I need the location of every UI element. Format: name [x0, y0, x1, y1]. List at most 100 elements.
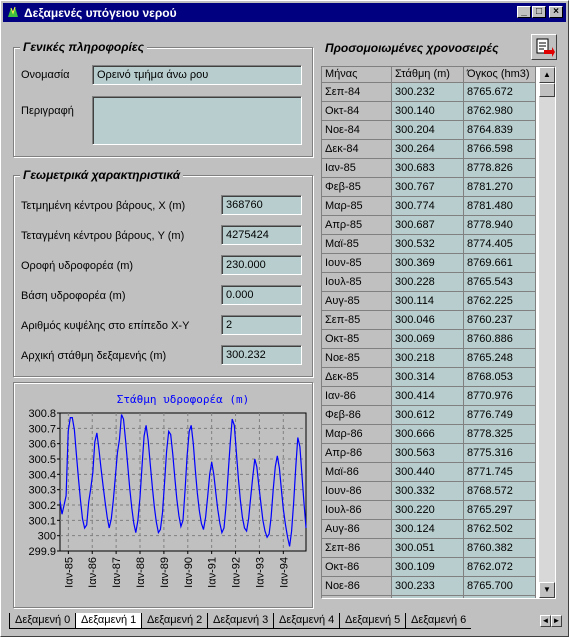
row-month-cell[interactable]: Νοε-85 — [322, 349, 392, 368]
scroll-up-button[interactable]: ▲ — [539, 67, 555, 83]
export-button[interactable] — [531, 34, 557, 60]
row-level-cell[interactable]: 300.220 — [392, 501, 464, 520]
row-month-cell[interactable]: Σεπ-84 — [322, 83, 392, 102]
row-month-cell[interactable]: Δεκ-86 — [322, 596, 392, 598]
row-month-cell[interactable]: Απρ-85 — [322, 216, 392, 235]
row-month-cell[interactable]: Νοε-86 — [322, 577, 392, 596]
row-month-cell[interactable]: Ιουν-85 — [322, 254, 392, 273]
row-volume-cell[interactable]: 8769.661 — [464, 254, 536, 273]
description-field[interactable] — [92, 96, 302, 145]
row-volume-cell[interactable]: 8764.839 — [464, 121, 536, 140]
table-row[interactable]: Ιαν-86 300.414 8770.976 — [322, 387, 536, 406]
row-level-cell[interactable]: 300.563 — [392, 444, 464, 463]
table-row[interactable]: Μαϊ-85 300.532 8774.405 — [322, 235, 536, 254]
table-row[interactable]: Αυγ-85 300.114 8762.225 — [322, 292, 536, 311]
row-volume-cell[interactable]: 8781.480 — [464, 197, 536, 216]
row-month-cell[interactable]: Ιουν-86 — [322, 482, 392, 501]
table-row[interactable]: Απρ-86 300.563 8775.316 — [322, 444, 536, 463]
close-button[interactable]: × — [549, 6, 563, 18]
row-month-cell[interactable]: Μαϊ-86 — [322, 463, 392, 482]
row-volume-cell[interactable]: 8775.316 — [464, 444, 536, 463]
table-row[interactable]: Δεκ-86300.3818770.005 — [322, 596, 536, 598]
row-volume-cell[interactable]: 8762.502 — [464, 520, 536, 539]
table-row[interactable]: Δεκ-84 300.264 8766.598 — [322, 140, 536, 159]
table-row[interactable]: Μαρ-85 300.774 8781.480 — [322, 197, 536, 216]
tab-reservoir-0[interactable]: Δεξαμενή 0 — [9, 613, 75, 629]
table-row[interactable]: Νοε-84 300.204 8764.839 — [322, 121, 536, 140]
row-level-cell[interactable]: 300.767 — [392, 178, 464, 197]
table-row[interactable]: Φεβ-85 300.767 8781.270 — [322, 178, 536, 197]
row-month-cell[interactable]: Ιαν-85 — [322, 159, 392, 178]
table-row[interactable]: Μαρ-86 300.666 8778.325 — [322, 425, 536, 444]
row-month-cell[interactable]: Απρ-86 — [322, 444, 392, 463]
row-level-cell[interactable]: 300.683 — [392, 159, 464, 178]
row-volume-cell[interactable]: 8774.405 — [464, 235, 536, 254]
row-month-cell[interactable]: Οκτ-84 — [322, 102, 392, 121]
row-month-cell[interactable]: Οκτ-86 — [322, 558, 392, 577]
table-row[interactable]: Νοε-86 300.233 8765.700 — [322, 577, 536, 596]
scroll-thumb[interactable] — [539, 83, 555, 97]
aquifer-base-field[interactable]: 0.000 — [221, 285, 302, 305]
table-row[interactable]: Σεπ-85 300.046 8760.237 — [322, 311, 536, 330]
row-level-cell[interactable]: 300.369 — [392, 254, 464, 273]
row-level-cell[interactable]: 300.414 — [392, 387, 464, 406]
row-level-cell[interactable]: 300.666 — [392, 425, 464, 444]
row-month-cell[interactable]: Μαρ-86 — [322, 425, 392, 444]
row-level-cell[interactable]: 300.314 — [392, 368, 464, 387]
row-volume-cell[interactable]: 8760.237 — [464, 311, 536, 330]
table-row[interactable]: Ιαν-85 300.683 8778.826 — [322, 159, 536, 178]
column-header-level[interactable]: Στάθμη (m) — [392, 67, 464, 83]
tab-reservoir-5[interactable]: Δεξαμενή 5 — [339, 613, 405, 629]
row-month-cell[interactable]: Νοε-84 — [322, 121, 392, 140]
row-volume-cell[interactable]: 8765.700 — [464, 577, 536, 596]
row-volume-cell[interactable]: 8760.382 — [464, 539, 536, 558]
row-level-cell[interactable]: 300.051 — [392, 539, 464, 558]
row-level-cell[interactable]: 300.140 — [392, 102, 464, 121]
row-month-cell[interactable]: Αυγ-86 — [322, 520, 392, 539]
table-row[interactable]: Δεκ-85 300.314 8768.053 — [322, 368, 536, 387]
name-field[interactable]: Ορεινό τμήμα άνω ρου — [92, 65, 302, 85]
table-row[interactable]: Σεπ-86 300.051 8760.382 — [322, 539, 536, 558]
row-volume-cell[interactable]: 8762.980 — [464, 102, 536, 121]
row-level-cell[interactable]: 300.612 — [392, 406, 464, 425]
row-volume-cell[interactable]: 8770.976 — [464, 387, 536, 406]
row-month-cell[interactable]: Αυγ-85 — [322, 292, 392, 311]
column-header-volume[interactable]: Όγκος (hm3) — [464, 67, 536, 83]
table-row[interactable]: Ιουλ-85 300.228 8765.543 — [322, 273, 536, 292]
cell-number-field[interactable]: 2 — [221, 315, 302, 335]
table-row[interactable]: Φεβ-86 300.612 8776.749 — [322, 406, 536, 425]
tab-reservoir-4[interactable]: Δεξαμενή 4 — [273, 613, 339, 629]
row-month-cell[interactable]: Ιουλ-86 — [322, 501, 392, 520]
maximize-button[interactable]: □ — [532, 6, 546, 18]
timeseries-table[interactable]: Μήνας Στάθμη (m) Όγκος (hm3) Σεπ-84 300.2… — [321, 66, 556, 599]
centroid-y-field[interactable]: 4275424 — [221, 225, 302, 245]
row-volume-cell[interactable]: 8762.072 — [464, 558, 536, 577]
table-row[interactable]: Νοε-85 300.218 8765.248 — [322, 349, 536, 368]
initial-level-field[interactable]: 300.232 — [221, 345, 302, 365]
row-volume-cell[interactable]: 8768.572 — [464, 482, 536, 501]
scroll-down-button[interactable]: ▼ — [539, 582, 555, 598]
table-row[interactable]: Ιουν-86 300.332 8768.572 — [322, 482, 536, 501]
row-volume-cell[interactable]: 8771.745 — [464, 463, 536, 482]
row-level-cell[interactable]: 300.232 — [392, 83, 464, 102]
table-row[interactable]: Οκτ-84 300.140 8762.980 — [322, 102, 536, 121]
row-level-cell[interactable]: 300.228 — [392, 273, 464, 292]
row-volume-cell[interactable]: 8776.749 — [464, 406, 536, 425]
minimize-button[interactable]: _ — [517, 6, 531, 18]
tabs-scroll-left-button[interactable]: ◄ — [540, 615, 551, 627]
row-level-cell[interactable]: 300.114 — [392, 292, 464, 311]
tab-reservoir-1[interactable]: Δεξαμενή 1 — [75, 613, 141, 629]
row-volume-cell[interactable]: 8768.053 — [464, 368, 536, 387]
row-volume-cell[interactable]: 8778.826 — [464, 159, 536, 178]
tab-reservoir-2[interactable]: Δεξαμενή 2 — [141, 613, 207, 629]
row-level-cell[interactable]: 300.109 — [392, 558, 464, 577]
row-level-cell[interactable]: 300.218 — [392, 349, 464, 368]
row-volume-cell[interactable]: 8762.225 — [464, 292, 536, 311]
row-level-cell[interactable]: 300.069 — [392, 330, 464, 349]
row-month-cell[interactable]: Δεκ-85 — [322, 368, 392, 387]
row-month-cell[interactable]: Φεβ-85 — [322, 178, 392, 197]
row-month-cell[interactable]: Σεπ-85 — [322, 311, 392, 330]
row-month-cell[interactable]: Σεπ-86 — [322, 539, 392, 558]
row-level-cell[interactable]: 300.233 — [392, 577, 464, 596]
row-volume-cell[interactable]: 8778.940 — [464, 216, 536, 235]
